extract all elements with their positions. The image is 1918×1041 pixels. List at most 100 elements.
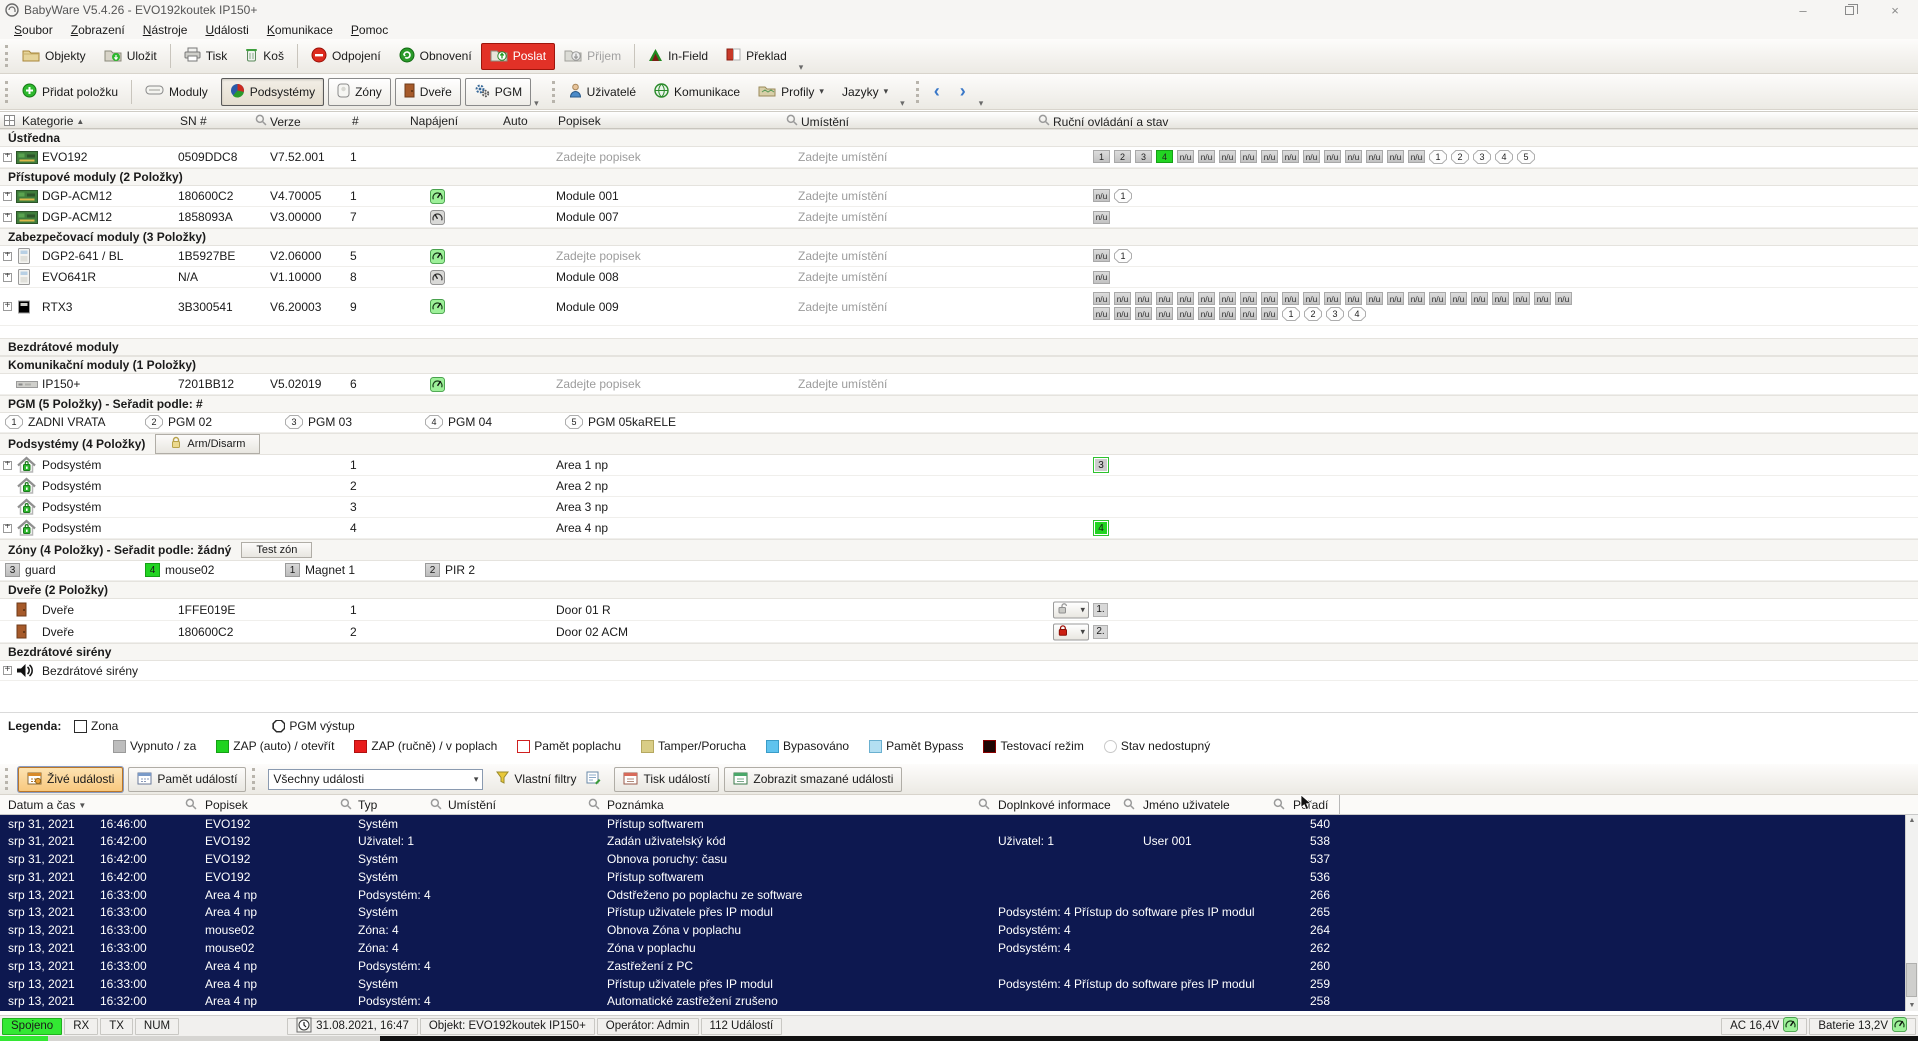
toolbar-overflow-icon[interactable]: ▾ <box>534 98 539 109</box>
scroll-down-icon[interactable]: ▼ <box>1909 1002 1916 1009</box>
expand-icon[interactable] <box>3 302 12 311</box>
arm-disarm-button[interactable]: Arm/Disarm <box>155 434 260 454</box>
area-row[interactable]: Podsystém2Area 2 np <box>0 476 1918 497</box>
memory-events-button[interactable]: Pamět událostí <box>128 767 246 792</box>
col-verze[interactable]: Verze <box>255 114 301 129</box>
event-row[interactable]: srp 13, 202116:33:00mouse02Zóna: 4Zóna v… <box>0 940 1918 958</box>
close-button[interactable]: × <box>1872 0 1918 20</box>
module-row[interactable]: DGP2-641 / BL1B5927BEV2.060005Zadejte po… <box>0 246 1918 267</box>
expand-icon[interactable] <box>3 461 12 470</box>
module-location[interactable]: Zadejte umístění <box>798 300 1086 314</box>
module-row[interactable]: RTX33B300541V6.200039Module 009Zadejte u… <box>0 288 1918 326</box>
event-col-6[interactable]: Jméno uživatele <box>1143 798 1230 812</box>
search-icon[interactable] <box>255 114 267 129</box>
search-icon[interactable] <box>430 798 442 810</box>
menu-item-3[interactable]: Události <box>197 22 256 38</box>
expand-icon[interactable] <box>3 213 12 222</box>
col-rucni[interactable]: Ruční ovládání a stav <box>1038 114 1168 129</box>
module-row[interactable]: EVO641RN/AV1.100008Module 008Zadejte umí… <box>0 267 1918 288</box>
pgm-chip[interactable]: 5PGM 05kaRELE <box>565 415 676 429</box>
prijem-button[interactable]: Přijem <box>555 43 630 70</box>
menu-item-0[interactable]: Soubor <box>6 22 61 38</box>
col-sn[interactable]: SN # <box>180 114 207 128</box>
col-auto[interactable]: Auto <box>503 114 528 128</box>
odpojeni-button[interactable]: Odpojení <box>302 42 390 71</box>
search-icon[interactable] <box>185 798 197 810</box>
zone-chip[interactable]: 3guard <box>5 563 56 577</box>
nav-back-button[interactable]: ‹ <box>924 80 950 104</box>
add-item-button[interactable]: Přidat položku <box>13 78 127 106</box>
scroll-up-icon[interactable]: ▲ <box>1909 817 1916 824</box>
events-scrollbar[interactable]: ▲ ▼ <box>1905 815 1918 1011</box>
event-row[interactable]: srp 31, 202116:42:00EVO192SystémObnova p… <box>0 851 1918 869</box>
kos-button[interactable]: Koš <box>236 42 293 70</box>
pgm-chip[interactable]: 1ZADNI VRATA <box>5 415 106 429</box>
module-row[interactable]: IP150+7201BB12V5.020196Zadejte popisekZa… <box>0 374 1918 395</box>
tab-dvere[interactable]: Dveře <box>395 78 461 106</box>
event-col-2[interactable]: Typ <box>358 798 377 812</box>
obnoveni-button[interactable]: Obnovení <box>390 42 481 71</box>
minimize-button[interactable]: – <box>1780 0 1826 20</box>
search-icon[interactable] <box>588 798 600 810</box>
search-icon[interactable] <box>340 798 352 810</box>
area-row[interactable]: Podsystém3Area 3 np <box>0 497 1918 518</box>
zone-chip[interactable]: 4mouse02 <box>145 563 214 577</box>
show-deleted-events-button[interactable]: Zobrazit smazané události <box>724 767 902 792</box>
search-icon[interactable] <box>978 798 990 810</box>
event-col-3[interactable]: Umístění <box>448 798 496 812</box>
event-row[interactable]: srp 13, 202116:33:00mouse02Zóna: 4Obnova… <box>0 922 1918 940</box>
ulozit-button[interactable]: Uložit <box>95 43 166 70</box>
col-umisteni[interactable]: Umístění <box>786 114 849 129</box>
expand-icon[interactable] <box>3 252 12 261</box>
event-row[interactable]: srp 13, 202116:33:00Area 4 npPodsystém: … <box>0 957 1918 975</box>
tisk-button[interactable]: Tisk <box>175 42 237 70</box>
event-col-1[interactable]: Popisek <box>205 798 248 812</box>
area-description[interactable]: Area 2 np <box>556 479 798 493</box>
search-icon[interactable] <box>1123 798 1135 810</box>
search-icon[interactable] <box>786 114 798 129</box>
event-row[interactable]: srp 13, 202116:33:00Area 4 npPodsystém: … <box>0 886 1918 904</box>
area-description[interactable]: Area 3 np <box>556 500 798 514</box>
col-napajeni[interactable]: Napájení <box>410 114 458 128</box>
tab-pgm[interactable]: PGM <box>465 78 531 106</box>
event-row[interactable]: srp 13, 202116:32:00Area 4 npPodsystém: … <box>0 993 1918 1011</box>
search-icon[interactable] <box>1038 114 1050 129</box>
module-row[interactable]: DGP-ACM121858093AV3.000007Module 007Zade… <box>0 207 1918 228</box>
filter-edit-icon[interactable] <box>586 771 601 788</box>
module-location[interactable]: Zadejte umístění <box>798 249 1086 263</box>
menu-item-4[interactable]: Komunikace <box>259 22 341 38</box>
custom-filters-button[interactable]: Vlastní filtry <box>488 768 584 790</box>
area-row[interactable]: Podsystém1Area 1 np3 <box>0 455 1918 476</box>
door-description[interactable]: Door 02 ACM <box>556 625 798 639</box>
objekty-button[interactable]: Objekty <box>13 43 95 70</box>
door-lock-dropdown[interactable]: ▾ <box>1053 601 1089 618</box>
select-all-grid-icon[interactable] <box>4 115 15 126</box>
moduly-button[interactable]: Moduly <box>136 79 217 104</box>
print-events-button[interactable]: Tisk událostí <box>614 767 719 792</box>
menu-item-5[interactable]: Pomoc <box>343 22 396 38</box>
col-kategorie[interactable]: Kategorie▲ <box>22 114 84 128</box>
tab-podsystemy[interactable]: Podsystémy <box>221 78 324 106</box>
event-col-4[interactable]: Poznámka <box>607 798 664 812</box>
expand-icon[interactable] <box>3 273 12 282</box>
area-description[interactable]: Area 4 np <box>556 521 798 535</box>
module-location[interactable]: Zadejte umístění <box>798 377 1086 391</box>
module-location[interactable]: Zadejte umístění <box>798 270 1086 284</box>
search-icon[interactable] <box>1273 798 1285 810</box>
tab-zony[interactable]: Zóny <box>328 78 391 106</box>
pgm-chip[interactable]: 4PGM 04 <box>425 415 492 429</box>
module-row[interactable]: EVO1920509DDC8V7.52.0011Zadejte popisekZ… <box>0 147 1918 168</box>
test-zon-button[interactable]: Test zón <box>241 542 312 558</box>
jazyky-button[interactable]: Jazyky▾ <box>833 80 897 104</box>
module-description[interactable]: Zadejte popisek <box>556 249 798 263</box>
door-description[interactable]: Door 01 R <box>556 603 798 617</box>
nav-forward-button[interactable]: › <box>950 80 976 104</box>
infield-button[interactable]: In-Field <box>639 43 717 70</box>
module-description[interactable]: Zadejte popisek <box>556 150 798 164</box>
module-description[interactable]: Module 008 <box>556 270 798 284</box>
col-popisek[interactable]: Popisek <box>558 114 601 128</box>
event-col-5[interactable]: Doplnkové informace <box>998 798 1111 812</box>
event-col-0[interactable]: Datum a čas▼ <box>8 798 86 812</box>
zone-chip[interactable]: 1Magnet 1 <box>285 563 355 577</box>
toolbar-overflow-icon[interactable]: ▾ <box>979 98 984 109</box>
